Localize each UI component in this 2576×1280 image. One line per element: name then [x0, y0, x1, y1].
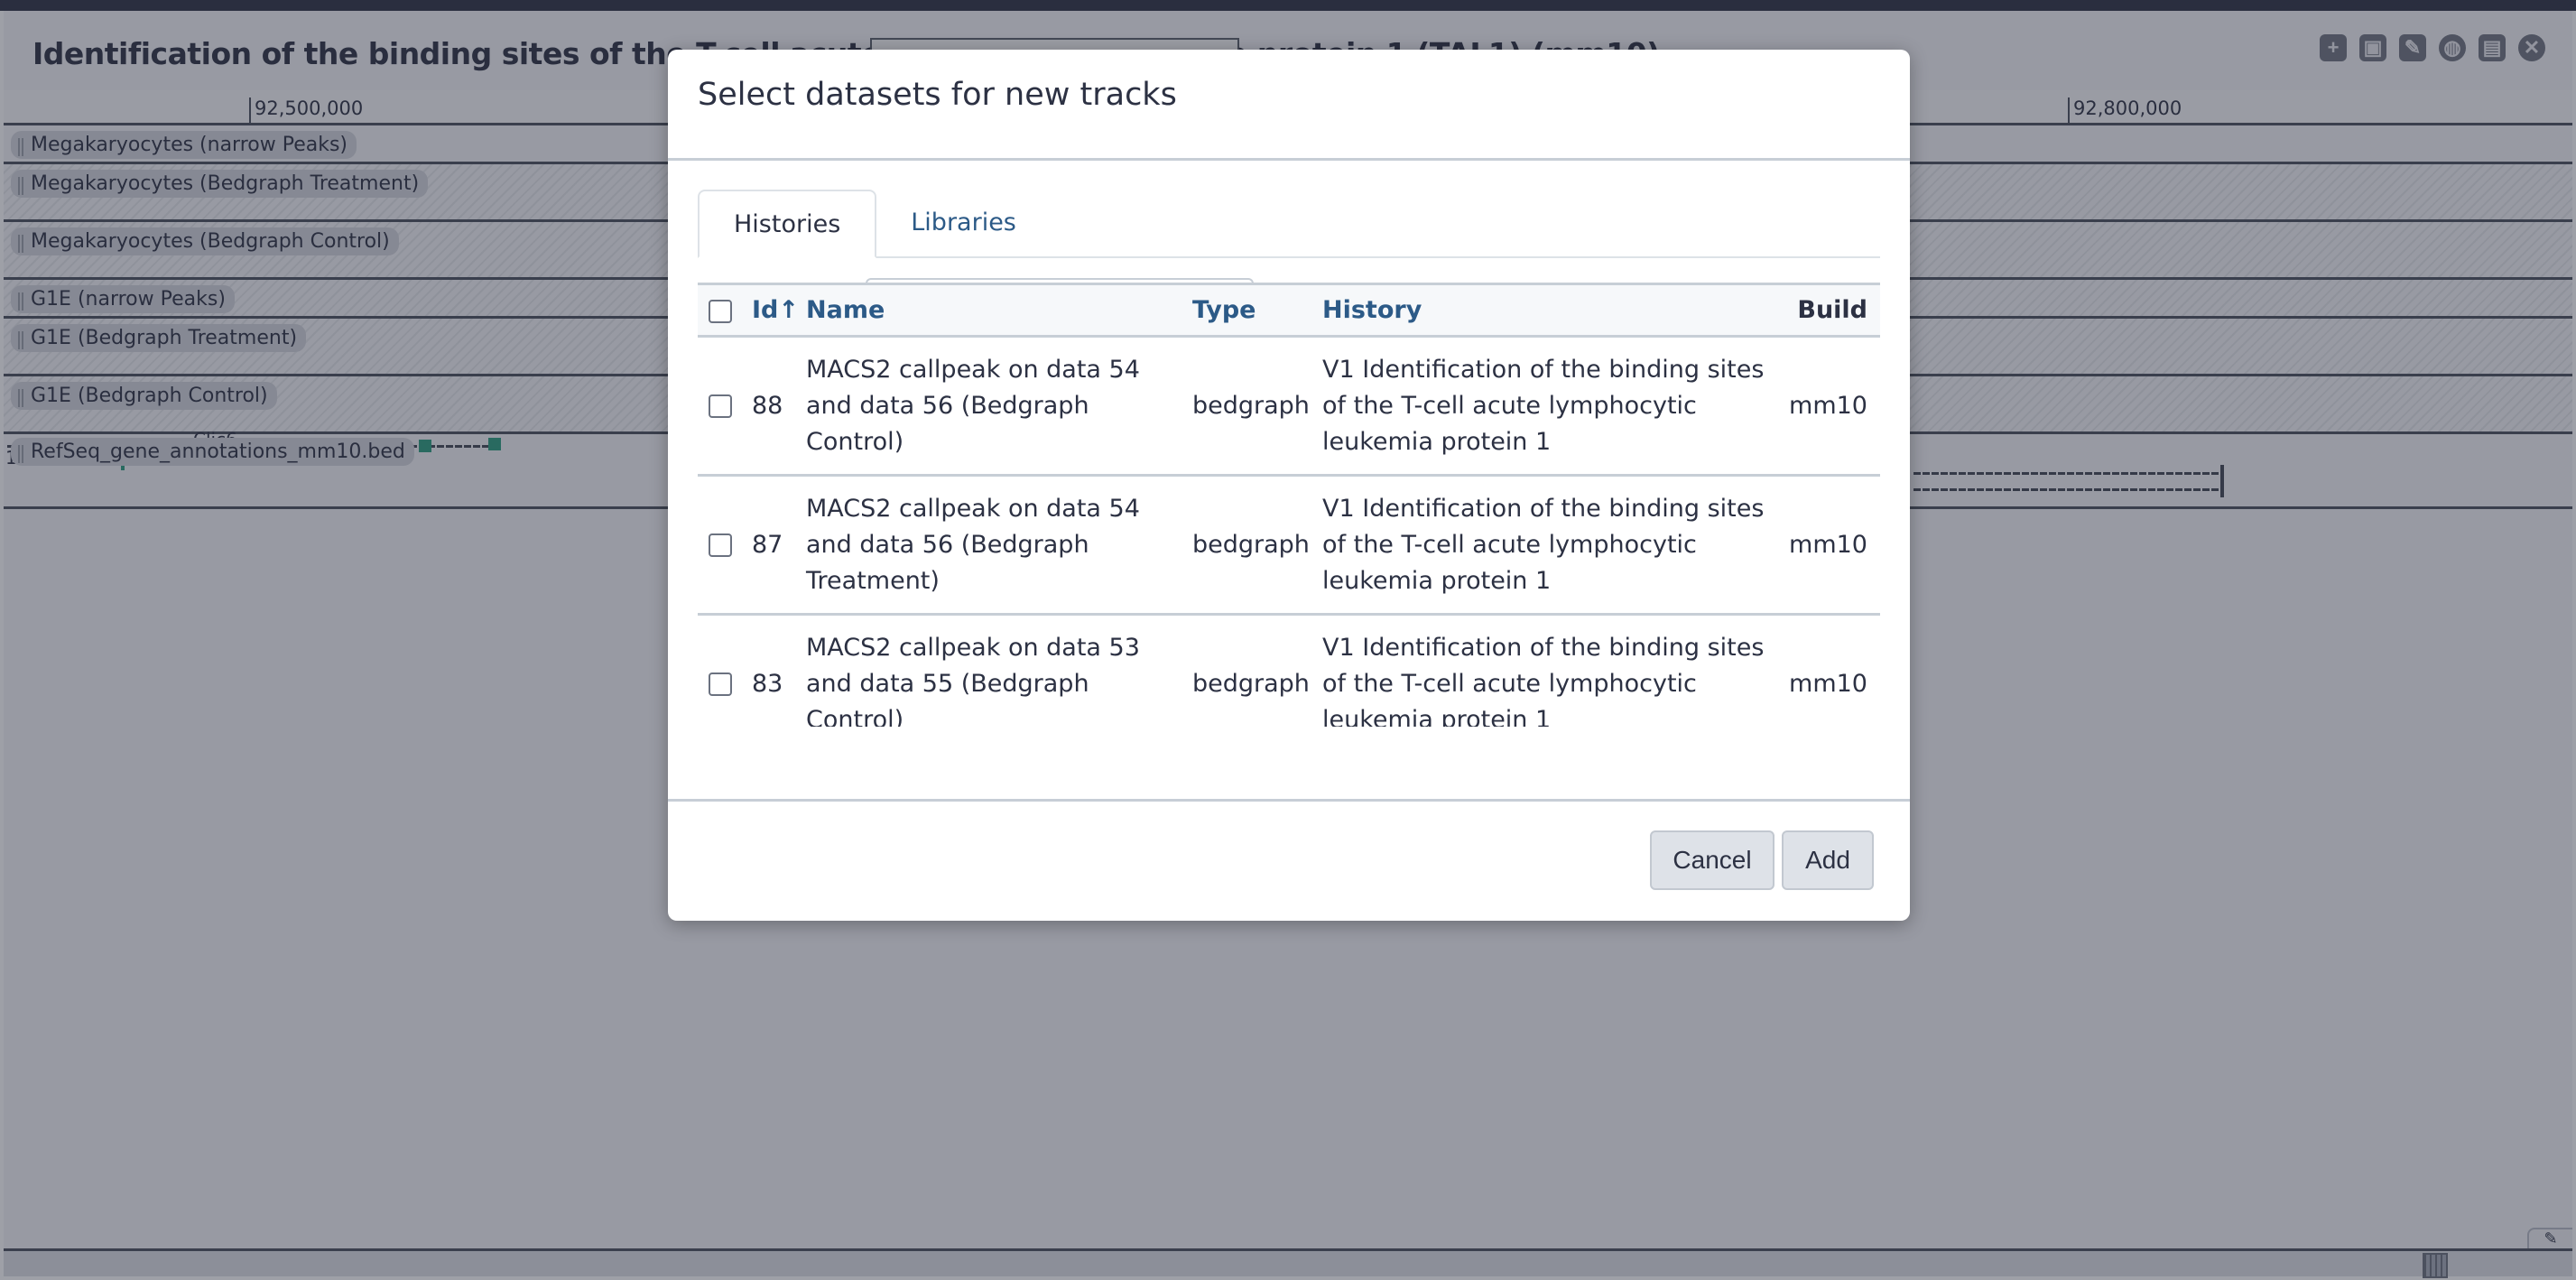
column-header-type[interactable]: Type: [1189, 284, 1319, 337]
add-button[interactable]: Add: [1782, 830, 1874, 890]
dataset-name: MACS2 callpeak on data 54 and data 56 (B…: [806, 494, 1140, 595]
row-checkbox[interactable]: [709, 672, 732, 696]
dataset-history: V1 Identification of the binding sites o…: [1322, 355, 1765, 456]
modal-header: Select datasets for new tracks: [668, 50, 1910, 161]
column-header-name[interactable]: Name: [802, 284, 1189, 337]
dataset-id: 88: [752, 391, 783, 420]
dataset-build: mm10: [1789, 530, 1867, 559]
row-select-cell: [698, 337, 748, 476]
row-select-cell: [698, 615, 748, 728]
table-row[interactable]: 83 MACS2 callpeak on data 53 and data 55…: [698, 615, 1880, 728]
select-all-cell: [698, 284, 748, 337]
source-tabs: Histories Libraries: [698, 190, 1880, 258]
select-datasets-modal: Select datasets for new tracks Histories…: [668, 50, 1910, 921]
tab-libraries[interactable]: Libraries: [876, 190, 1051, 256]
dataset-id: 87: [752, 530, 783, 559]
dataset-type: bedgraph: [1192, 530, 1310, 559]
row-select-cell: [698, 476, 748, 615]
table-row[interactable]: 87 MACS2 callpeak on data 54 and data 56…: [698, 476, 1880, 615]
modal-title: Select datasets for new tracks: [698, 77, 1177, 113]
dataset-build: mm10: [1789, 669, 1867, 698]
dataset-history: V1 Identification of the binding sites o…: [1322, 494, 1765, 595]
dataset-name: MACS2 callpeak on data 54 and data 56 (B…: [806, 355, 1140, 456]
row-checkbox[interactable]: [709, 394, 732, 418]
tab-histories[interactable]: Histories: [698, 190, 877, 258]
table-header-row: Id↑ Name Type History Build: [698, 283, 1880, 337]
dataset-name: MACS2 callpeak on data 53 and data 55 (B…: [806, 633, 1140, 728]
select-all-checkbox[interactable]: [709, 299, 732, 323]
table-row[interactable]: 88 MACS2 callpeak on data 54 and data 56…: [698, 337, 1880, 476]
datasets-table: Id↑ Name Type History Build 88 MACS2 cal…: [698, 283, 1880, 727]
row-checkbox[interactable]: [709, 533, 732, 557]
datasets-table-container[interactable]: Id↑ Name Type History Build 88 MACS2 cal…: [698, 283, 1880, 727]
modal-footer: Cancel Add: [668, 799, 1910, 921]
dataset-history: V1 Identification of the binding sites o…: [1322, 633, 1765, 728]
dataset-id: 83: [752, 669, 783, 698]
dataset-type: bedgraph: [1192, 669, 1310, 698]
column-header-history[interactable]: History: [1319, 284, 1785, 337]
dataset-type: bedgraph: [1192, 391, 1310, 420]
dataset-build: mm10: [1789, 391, 1867, 420]
column-header-id[interactable]: Id↑: [748, 284, 802, 337]
column-header-build: Build: [1797, 296, 1867, 324]
cancel-button[interactable]: Cancel: [1650, 830, 1774, 890]
sort-ascending-icon: ↑: [778, 296, 799, 324]
